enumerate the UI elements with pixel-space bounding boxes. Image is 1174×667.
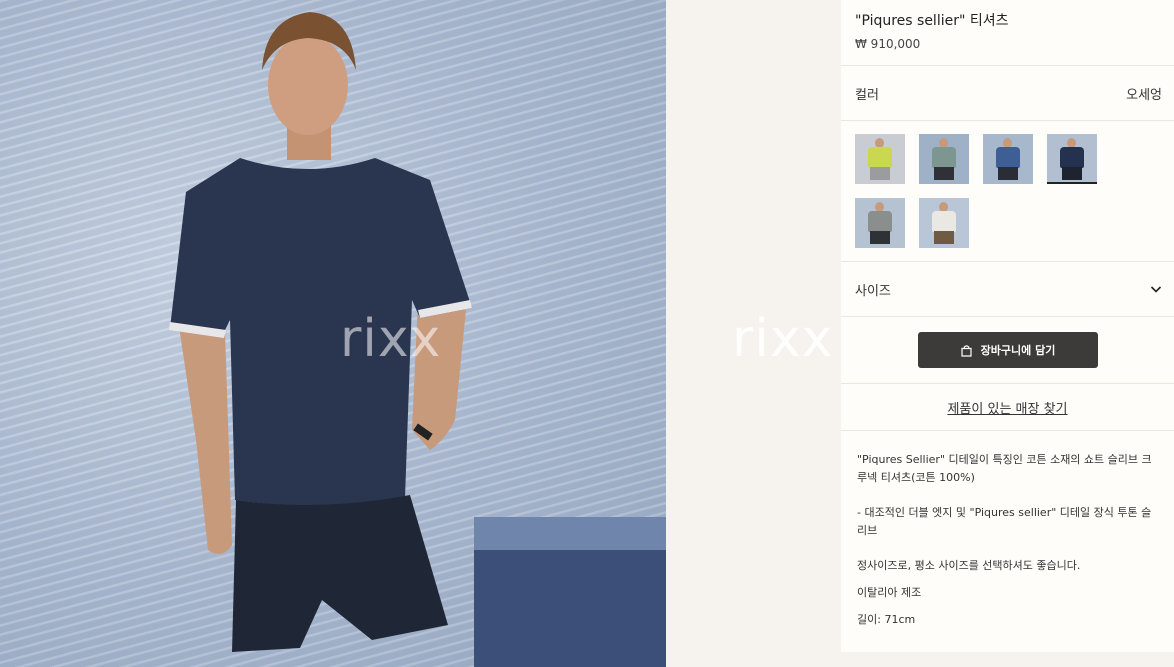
color-swatch-blue[interactable] [983,134,1033,184]
size-label: 사이즈 [855,283,891,299]
shopping-bag-icon [961,344,972,357]
color-swatch-white[interactable] [919,198,969,248]
description-text: "Piqures Sellier" 디테일이 특징인 코튼 소재의 쇼트 슬리브… [857,453,1152,484]
product-description: "Piqures Sellier" 디테일이 특징인 코튼 소재의 쇼트 슬리브… [841,431,1174,629]
product-title: "Piqures sellier" 티셔츠 [855,13,1009,29]
color-row: 컬러 오세엉 [841,66,1174,121]
description-detail: - 대조적인 더블 엣지 및 "Piqures sellier" 디테일 장식 … [857,506,1152,537]
color-swatch-grey[interactable] [855,198,905,248]
color-value: 오세엉 [1126,87,1162,103]
product-photo [0,0,666,667]
swatch-shorts [870,167,890,180]
swatch-shorts [934,231,954,244]
color-swatch-sage[interactable] [919,134,969,184]
color-swatch-lime[interactable] [855,134,905,184]
find-store-link[interactable]: 제품이 있는 매장 찾기 [841,384,1174,431]
description-fit: 정사이즈로, 평소 사이즈를 선택하셔도 좋습니다. [857,559,1081,572]
swatch-shirt [868,147,892,168]
swatch-shirt [932,147,956,168]
color-label: 컬러 [855,87,879,103]
product-header: "Piqures sellier" 티셔츠 ₩ 910,000 [841,0,1174,66]
product-price: ₩ 910,000 [855,37,921,51]
add-to-cart-label: 장바구니에 담기 [980,344,1056,357]
chevron-down-icon [1150,286,1162,293]
size-selector[interactable]: 사이즈 [841,262,1174,317]
swatch-shirt [932,211,956,232]
watermark-text-2: rixx [732,309,834,369]
swatch-shirt [1060,147,1084,168]
swatch-shirt [868,211,892,232]
model-illustration [169,12,666,667]
product-panel: "Piqures sellier" 티셔츠 ₩ 910,000 컬러 오세엉 사… [841,0,1174,652]
color-swatches [841,121,1174,262]
swatch-shorts [1062,167,1082,180]
description-origin: 이탈리아 제조 [857,586,922,599]
add-to-cart-button[interactable]: 장바구니에 담기 [917,332,1098,368]
watermark-text: rixx [340,309,442,369]
cart-section: 장바구니에 담기 [841,317,1174,384]
color-swatch-navy[interactable] [1047,134,1097,184]
swatch-shorts [870,231,890,244]
description-length: 길이: 71cm [857,613,916,626]
swatch-shirt [996,147,1020,168]
swatch-shorts [934,167,954,180]
swatch-shorts [998,167,1018,180]
